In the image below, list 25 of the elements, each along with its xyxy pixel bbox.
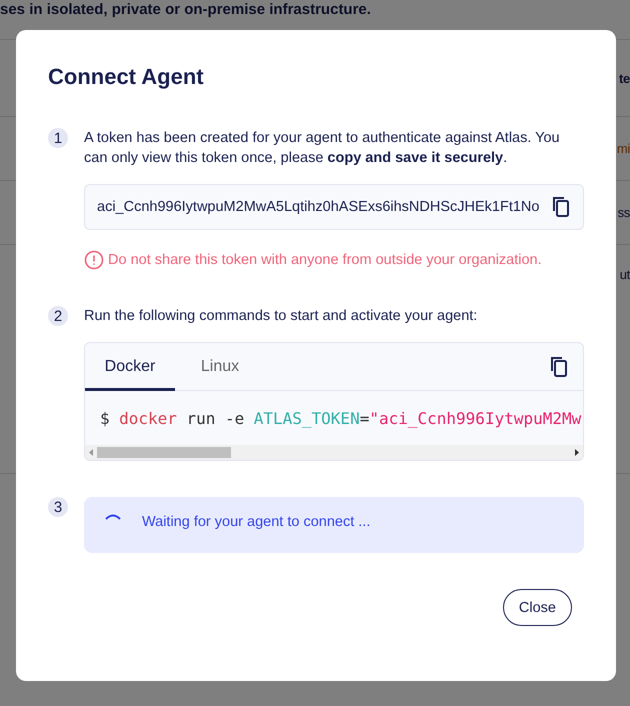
warning-icon bbox=[84, 250, 104, 270]
spinner-icon bbox=[104, 513, 122, 521]
step-number: 2 bbox=[48, 306, 68, 326]
code-line: $ docker run -e ATLAS_TOKEN="aci_Ccnh996IytwpuM2Mw bbox=[99, 408, 582, 430]
table-cell: ss bbox=[618, 205, 630, 220]
step-number: 1 bbox=[48, 128, 68, 148]
tab[interactable]: Docker bbox=[85, 343, 175, 391]
status-text: Waiting for your agent to connect ... bbox=[142, 514, 370, 530]
dialog-title: Connect Agent bbox=[48, 63, 205, 91]
copy-button[interactable] bbox=[549, 356, 569, 378]
table-cell: mi bbox=[616, 141, 630, 156]
copy-icon bbox=[551, 196, 571, 218]
copy-button[interactable] bbox=[551, 196, 571, 218]
table-cell: ut bbox=[620, 267, 630, 282]
tab[interactable]: Linux bbox=[175, 343, 265, 391]
close-button[interactable]: Close bbox=[502, 589, 572, 626]
scroll-right-icon[interactable] bbox=[575, 449, 579, 456]
instruction-text: A token has been created for your agent to authenticate against Atlas. You can only view this token once, please copy and save it securely. bbox=[84, 129, 561, 168]
table-cell: te bbox=[619, 70, 630, 86]
copy-icon bbox=[549, 356, 569, 378]
instruction-text: Run the following commands to start and activate your agent: bbox=[84, 307, 478, 326]
token-field[interactable]: aci_Ccnh996IytwpuM2MwA5Lqtihz0hASExs6ihsNDHScJHEk1Ft1No bbox=[84, 184, 584, 230]
warning-text: Do not share this token with anyone from outside your organization. bbox=[108, 252, 542, 268]
scrollbar[interactable] bbox=[85, 445, 583, 460]
step-number: 3 bbox=[48, 497, 68, 517]
